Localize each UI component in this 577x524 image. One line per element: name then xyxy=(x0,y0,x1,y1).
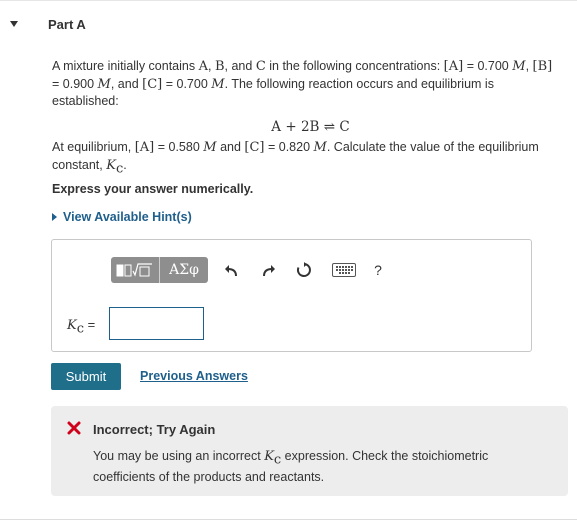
symbols-button[interactable]: ΑΣφ xyxy=(160,257,208,283)
answer-input[interactable] xyxy=(109,307,204,340)
keyboard-icon[interactable] xyxy=(330,257,358,283)
undo-icon[interactable] xyxy=(222,257,242,283)
view-hints-link[interactable]: View Available Hint(s) xyxy=(52,210,192,224)
close-x-icon xyxy=(67,421,81,435)
instruction-text: Express your answer numerically. xyxy=(52,182,254,196)
caret-down-icon[interactable] xyxy=(10,21,18,27)
bottom-divider xyxy=(0,519,577,520)
feedback-title: Incorrect; Try Again xyxy=(93,422,216,437)
part-header[interactable]: Part A xyxy=(10,15,86,33)
templates-button[interactable] xyxy=(111,257,160,283)
templates-icon xyxy=(116,263,152,277)
caret-right-icon xyxy=(52,213,57,221)
answer-box: ΑΣφ ? Kc = xyxy=(51,239,532,352)
part-title: Part A xyxy=(48,16,86,32)
reset-icon[interactable] xyxy=(294,257,314,283)
equilibrium-statement: At equilibrium, [A] = 0.580 M and [C] = … xyxy=(52,140,539,176)
toolbar-button-group: ΑΣφ xyxy=(111,257,208,283)
feedback-body: You may be using an incorrect Kc express… xyxy=(93,449,489,484)
answer-label: Kc = xyxy=(67,317,96,337)
top-divider xyxy=(0,0,577,1)
help-button[interactable]: ? xyxy=(368,262,388,278)
math-toolbar: ΑΣφ ? xyxy=(111,257,388,283)
submit-button[interactable]: Submit xyxy=(51,363,121,390)
feedback-panel: Incorrect; Try Again You may be using an… xyxy=(51,406,568,496)
problem-statement: A mixture initially contains A, B, and C… xyxy=(52,59,553,108)
redo-icon[interactable] xyxy=(258,257,278,283)
reaction-equation: A + 2B ⇌ C xyxy=(271,119,350,135)
previous-answers-link[interactable]: Previous Answers xyxy=(140,369,248,383)
